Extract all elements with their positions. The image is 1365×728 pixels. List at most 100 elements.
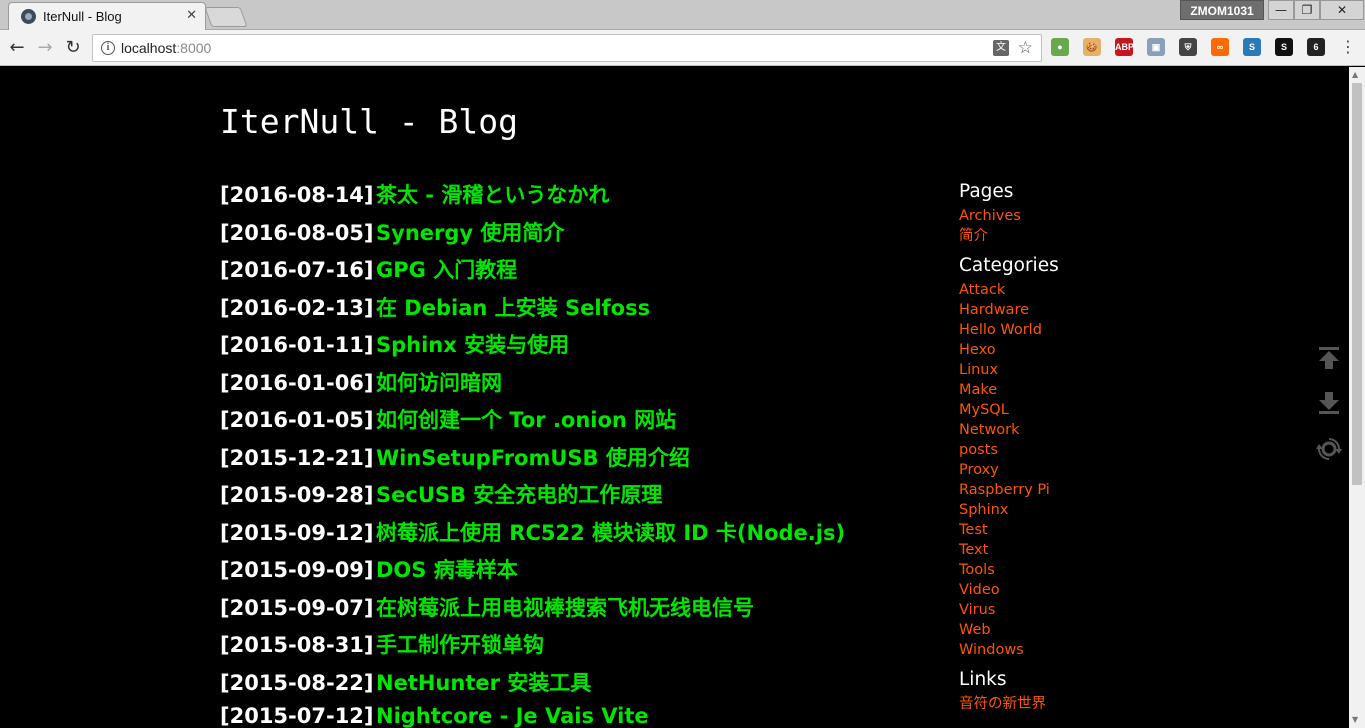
sidebar-category-link[interactable]: Video — [959, 580, 1059, 600]
post-row: [2015-08-22] NetHunter 安装工具 — [220, 667, 845, 705]
post-row: [2016-01-11] Sphinx 安装与使用 — [220, 329, 845, 367]
sidebar-page-link[interactable]: Archives — [959, 206, 1059, 226]
browser-toolbar: ← → ↻ i localhost:8000 文 ☆ ● 🍪 ABP ▣ ⛨ ∞ S S 6 ⋮ — [0, 30, 1365, 66]
browser-tab[interactable]: IterNull - Blog ✕ — [8, 2, 206, 30]
sidebar-category-link[interactable]: posts — [959, 440, 1059, 460]
scroll-down-arrow-icon[interactable]: ▼ — [1352, 715, 1358, 724]
post-date: [2016-01-06] — [220, 370, 374, 395]
post-title-link[interactable]: Sphinx 安装与使用 — [376, 333, 569, 357]
post-date: [2015-08-31] — [220, 633, 374, 657]
sidebar-category-link[interactable]: Linux — [959, 360, 1059, 380]
minimize-button[interactable]: — — [1268, 0, 1294, 20]
post-row: [2016-08-05] Synergy 使用简介 — [220, 217, 845, 255]
post-row: [2016-07-16] GPG 入门教程 — [220, 254, 845, 292]
close-window-button[interactable]: ✕ — [1320, 0, 1364, 20]
browser-titlebar: IterNull - Blog ✕ ZMOM1031 — ❐ ✕ — [0, 0, 1365, 30]
info-icon[interactable]: i — [101, 41, 115, 55]
post-title-link[interactable]: 如何创建一个 Tor .onion 网站 — [376, 408, 676, 432]
sidebar-page-link[interactable]: 简介 — [959, 226, 1059, 246]
sidebar-category-link[interactable]: Hello World — [959, 320, 1059, 340]
bookmark-star-icon[interactable]: ☆ — [1018, 38, 1033, 58]
post-date: [2016-02-13] — [220, 295, 374, 320]
scroll-to-bottom-icon[interactable] — [1316, 390, 1342, 416]
site-title[interactable]: IterNull - Blog — [220, 102, 518, 141]
scrollbar-thumb[interactable] — [1352, 83, 1362, 485]
extension-icon[interactable]: S — [1275, 38, 1293, 56]
post-row: [2016-08-14] 茶太 - 滑稽というなかれ — [220, 179, 845, 217]
restore-button[interactable]: ❐ — [1294, 0, 1320, 20]
sidebar-external-link[interactable]: 音符の新世界 — [959, 694, 1059, 714]
post-list: [2016-08-14] 茶太 - 滑稽というなかれ [2016-08-05] Syn… — [220, 179, 845, 728]
url-text[interactable]: localhost:8000 — [121, 40, 211, 56]
back-arrow-icon[interactable]: ← — [6, 37, 28, 59]
post-row: [2015-07-12] Nightcore - Je Vais Vite — [220, 704, 845, 728]
post-row: [2015-09-28] SecUSB 安全充电的工作原理 — [220, 479, 845, 517]
post-date: [2015-09-28] — [220, 483, 374, 507]
extension-icon[interactable]: ● — [1051, 38, 1069, 56]
post-title-link[interactable]: 在 Debian 上安装 Selfoss — [376, 296, 650, 320]
scroll-to-top-icon[interactable] — [1316, 345, 1342, 371]
sidebar-category-link[interactable]: Virus — [959, 600, 1059, 620]
sidebar-category-link[interactable]: Test — [959, 520, 1059, 540]
page-content: IterNull - Blog [2016-08-14] 茶太 - 滑稽というなか… — [0, 67, 1349, 728]
post-title-link[interactable]: WinSetupFromUSB 使用介绍 — [376, 446, 690, 470]
post-title-link[interactable]: GPG 入门教程 — [376, 258, 517, 282]
post-title-link[interactable]: 如何访问暗网 — [376, 371, 502, 395]
extension-icon[interactable]: S — [1243, 38, 1261, 56]
sidebar-category-link[interactable]: Proxy — [959, 460, 1059, 480]
post-title-link[interactable]: 手工制作开锁单钩 — [376, 633, 544, 657]
post-row: [2015-08-31] 手工制作开锁单钩 — [220, 629, 845, 667]
refresh-icon[interactable] — [1316, 436, 1342, 462]
post-title-link[interactable]: 茶太 - 滑稽というなかれ — [376, 183, 609, 207]
extension-icon[interactable]: ∞ — [1211, 38, 1229, 56]
post-title-link[interactable]: Nightcore - Je Vais Vite — [376, 704, 649, 728]
extension-icon[interactable]: 🍪 — [1083, 38, 1101, 56]
tab-title: IterNull - Blog — [43, 9, 122, 24]
translate-icon[interactable]: 文 — [993, 40, 1009, 56]
extension-icon[interactable]: ABP — [1115, 38, 1134, 56]
post-title-link[interactable]: 在树莓派上用电视棒搜索飞机无线电信号 — [376, 596, 754, 620]
post-title-link[interactable]: Synergy 使用简介 — [376, 221, 564, 245]
post-row: [2015-09-07] 在树莓派上用电视棒搜索飞机无线电信号 — [220, 592, 845, 630]
new-tab-button[interactable] — [204, 7, 248, 27]
sidebar-category-link[interactable]: Web — [959, 620, 1059, 640]
sidebar-category-link[interactable]: Raspberry Pi — [959, 480, 1059, 500]
post-date: [2016-08-05] — [220, 220, 374, 245]
sidebar-category-link[interactable]: Make — [959, 380, 1059, 400]
sidebar-category-link[interactable]: Windows — [959, 640, 1059, 660]
sidebar-category-link[interactable]: Tools — [959, 560, 1059, 580]
sidebar-category-link[interactable]: Sphinx — [959, 500, 1059, 520]
extension-icon[interactable]: 6 — [1307, 38, 1325, 56]
post-date: [2015-07-12] — [220, 704, 374, 728]
reload-icon[interactable]: ↻ — [62, 37, 84, 59]
sidebar-category-link[interactable]: Network — [959, 420, 1059, 440]
scroll-up-arrow-icon[interactable]: ▲ — [1352, 70, 1358, 79]
post-title-link[interactable]: NetHunter 安装工具 — [376, 671, 591, 695]
post-title-link[interactable]: 树莓派上使用 RC522 模块读取 ID 卡(Node.js) — [376, 521, 845, 545]
sidebar-category-link[interactable]: Hexo — [959, 340, 1059, 360]
post-title-link[interactable]: SecUSB 安全充电的工作原理 — [376, 483, 662, 507]
url-port: :8000 — [176, 40, 212, 56]
browser-menu-icon[interactable]: ⋮ — [1340, 38, 1356, 58]
url-host: localhost — [121, 40, 177, 56]
profile-button[interactable]: ZMOM1031 — [1180, 0, 1264, 20]
page-scrollbar[interactable]: ▲ ▼ — [1349, 67, 1365, 728]
tab-close-icon[interactable]: ✕ — [186, 8, 197, 23]
sidebar-category-link[interactable]: Attack — [959, 280, 1059, 300]
categories-heading: Categories — [959, 255, 1059, 276]
forward-arrow-icon[interactable]: → — [34, 37, 56, 59]
post-row: [2016-02-13] 在 Debian 上安装 Selfoss — [220, 292, 845, 330]
address-bar[interactable]: i localhost:8000 文 ☆ — [92, 34, 1042, 62]
sidebar-category-link[interactable]: MySQL — [959, 400, 1059, 420]
sidebar-category-link[interactable]: Text — [959, 540, 1059, 560]
sidebar-category-link[interactable]: Hardware — [959, 300, 1059, 320]
post-date: [2016-01-11] — [220, 333, 374, 357]
post-row: [2015-12-21] WinSetupFromUSB 使用介绍 — [220, 442, 845, 480]
extension-icon[interactable]: ⛨ — [1179, 38, 1197, 56]
sidebar: Pages Archives 简介 Categories Attack Hardwa… — [959, 181, 1059, 723]
extension-icon[interactable]: ▣ — [1147, 38, 1165, 56]
post-date: [2016-07-16] — [220, 258, 374, 282]
links-heading: Links — [959, 669, 1007, 690]
links-list: 音符の新世界 — [959, 694, 1059, 714]
post-title-link[interactable]: DOS 病毒样本 — [376, 558, 518, 582]
